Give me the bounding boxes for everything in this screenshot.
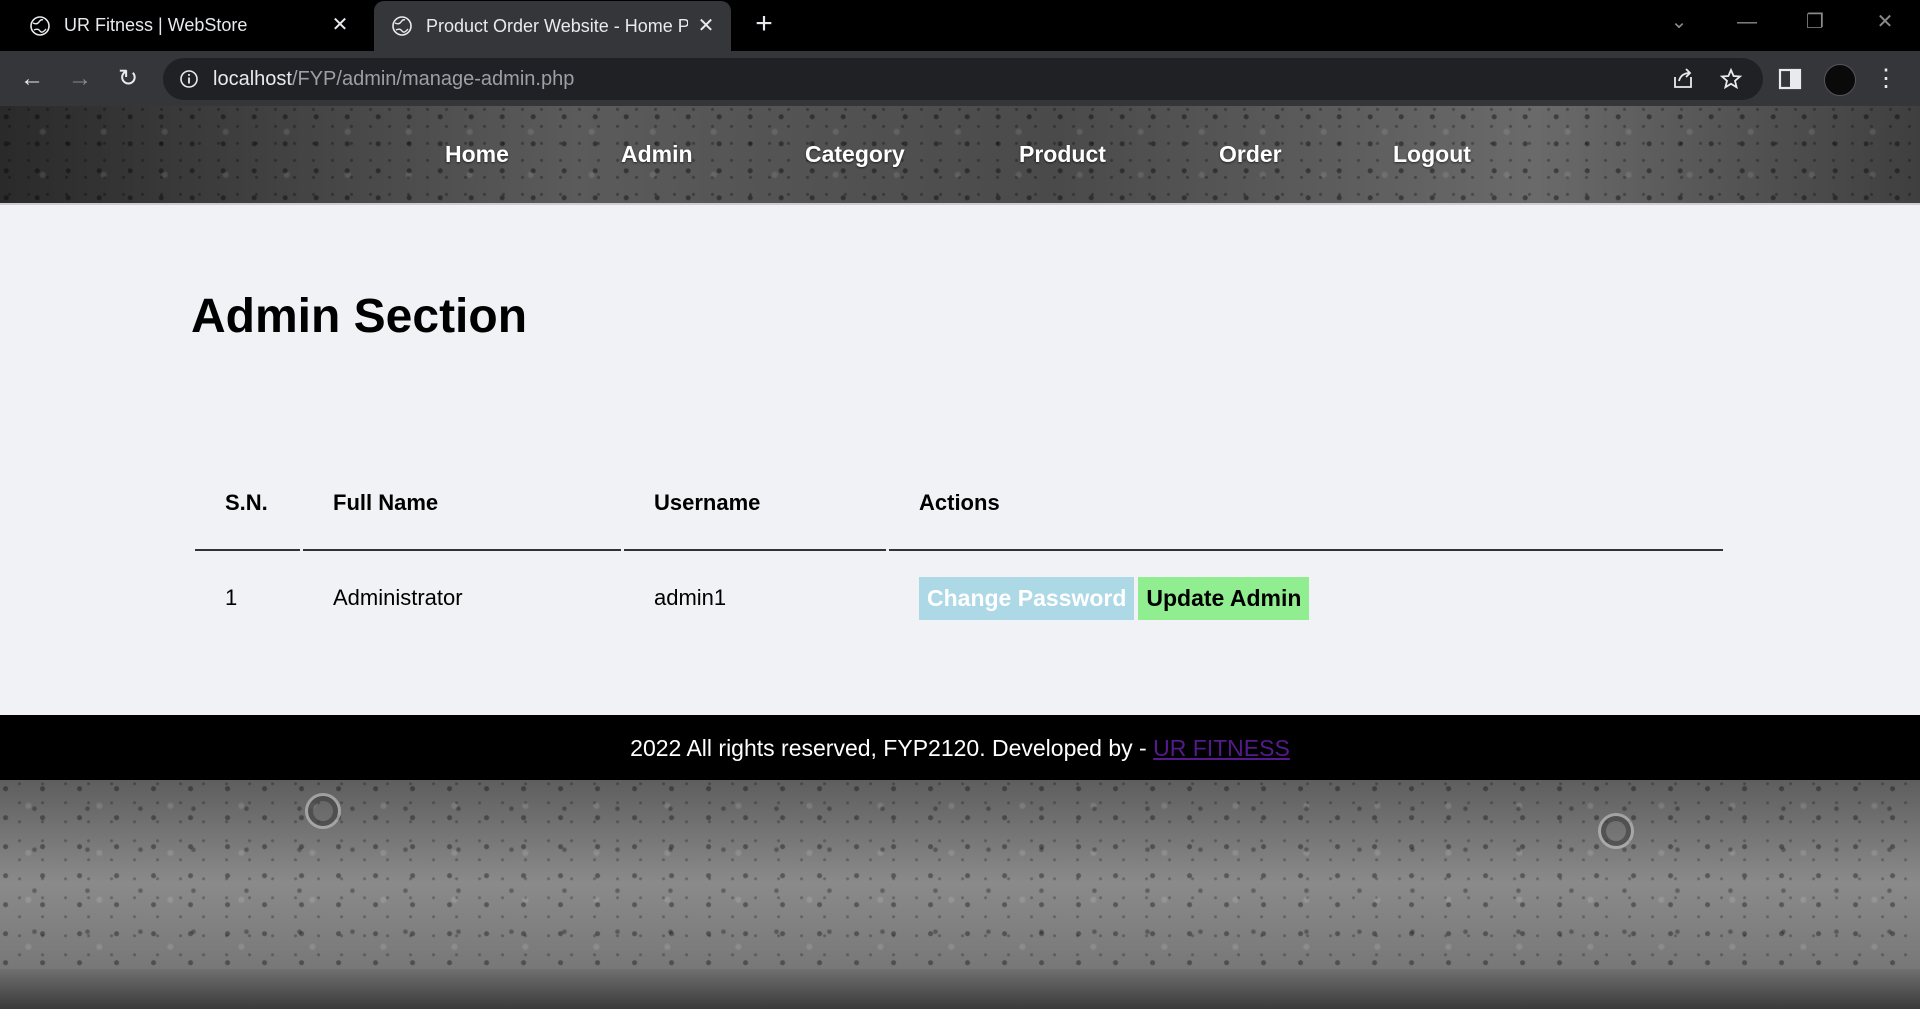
url-host: localhost — [213, 68, 292, 90]
reload-button[interactable]: ↻ — [110, 61, 146, 97]
address-bar[interactable]: localhost/FYP/admin/manage-admin.php — [163, 58, 1763, 100]
column-header-actions: Actions — [889, 457, 1723, 551]
cell-full-name: Administrator — [333, 585, 463, 610]
column-header-username: Username — [624, 457, 886, 551]
table-header-row: S.N. Full Name Username Actions — [195, 457, 1723, 551]
restore-button[interactable]: ❐ — [1790, 0, 1840, 44]
browser-tab-strip: UR Fitness | WebStore ✕ Product Order We… — [0, 0, 1920, 51]
browser-tab-active[interactable]: Product Order Website - Home P ✕ — [374, 1, 731, 51]
wall-bolt — [305, 793, 341, 829]
menu-item-order[interactable]: Order — [1219, 141, 1282, 168]
globe-icon — [392, 16, 412, 36]
footer: 2022 All rights reserved, FYP2120. Devel… — [0, 715, 1920, 780]
wall-bolt — [1598, 813, 1634, 849]
main-menu: Home Admin Category Product Order Logout — [0, 106, 1920, 205]
admin-table: S.N. Full Name Username Actions 1 Admini… — [192, 457, 1726, 645]
menu-item-product[interactable]: Product — [1019, 141, 1106, 168]
profile-avatar[interactable] — [1824, 64, 1856, 96]
share-icon[interactable] — [1671, 67, 1695, 91]
browser-tab-inactive[interactable]: UR Fitness | WebStore ✕ — [0, 0, 365, 51]
tab-title: Product Order Website - Home P — [426, 15, 688, 36]
tab-title: UR Fitness | WebStore — [64, 15, 248, 35]
column-header-full-name: Full Name — [303, 457, 621, 551]
close-icon[interactable]: ✕ — [329, 14, 351, 36]
cell-username: admin1 — [654, 585, 727, 610]
wall-floor-strip — [0, 969, 1920, 1009]
minimize-button[interactable]: — — [1722, 0, 1772, 44]
update-admin-button[interactable]: Update Admin — [1138, 576, 1310, 620]
info-icon[interactable] — [179, 69, 199, 89]
tab-search-icon[interactable]: ⌄ — [1654, 0, 1704, 44]
column-header-sn: S.N. — [195, 457, 300, 551]
forward-button[interactable]: → — [62, 61, 98, 97]
page-background: Home Admin Category Product Order Logout… — [0, 106, 1920, 1009]
new-tab-button[interactable]: + — [750, 9, 778, 39]
menu-item-logout[interactable]: Logout — [1393, 141, 1471, 168]
main-content: Admin Section S.N. Full Name Username Ac… — [0, 205, 1920, 715]
back-button[interactable]: ← — [14, 61, 50, 97]
menu-item-home[interactable]: Home — [445, 141, 509, 168]
table-row: 1 Administrator admin1 Change Password Up… — [195, 551, 1723, 645]
footer-text: 2022 All rights reserved, FYP2120. Devel… — [630, 735, 1154, 761]
close-icon[interactable]: ✕ — [695, 15, 717, 37]
page-title: Admin Section — [191, 290, 528, 343]
star-icon[interactable] — [1719, 67, 1743, 91]
side-panel-icon[interactable] — [1776, 65, 1804, 93]
browser-toolbar: ← → ↻ localhost/FYP/admin/manage-admin.p… — [0, 51, 1920, 106]
globe-icon — [30, 15, 50, 36]
decorative-concrete-wall — [0, 780, 1920, 1009]
menu-item-admin[interactable]: Admin — [621, 141, 693, 168]
more-menu-icon[interactable]: ⋮ — [1874, 63, 1898, 95]
url-path: /FYP/admin/manage-admin.php — [291, 68, 575, 90]
url-text[interactable]: localhost/FYP/admin/manage-admin.php — [213, 58, 574, 100]
menu-item-category[interactable]: Category — [805, 141, 905, 168]
cell-actions: Change Password Update Admin — [889, 551, 1723, 645]
footer-link[interactable]: UR FITNESS — [1153, 735, 1290, 761]
change-password-button[interactable]: Change Password — [919, 576, 1135, 620]
cell-sn: 1 — [225, 585, 238, 610]
window-close-button[interactable]: ✕ — [1860, 0, 1910, 44]
